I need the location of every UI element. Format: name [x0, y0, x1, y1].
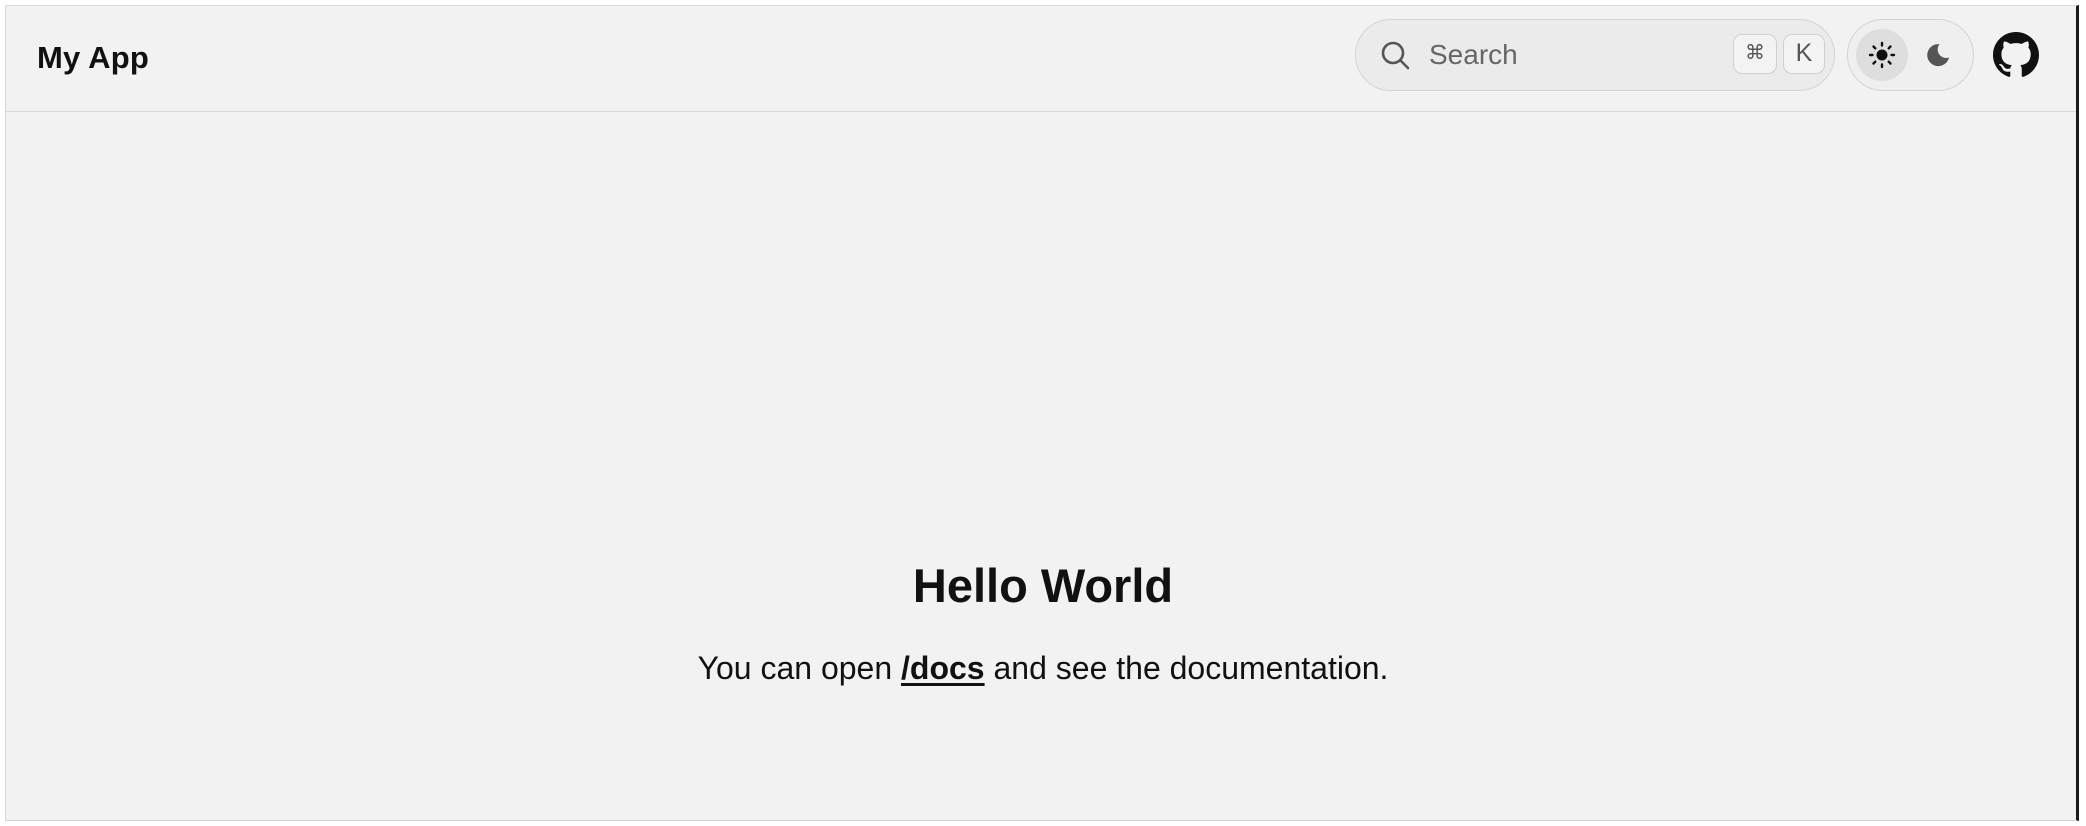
dark-theme-button[interactable] [1912, 29, 1964, 81]
shortcut-k-key: K [1783, 34, 1825, 74]
search-button[interactable]: Search ⌘ K [1355, 19, 1835, 91]
page-heading: Hello World [912, 559, 1174, 612]
docs-link[interactable]: /docs [901, 650, 985, 686]
intro-text-before: You can open [697, 650, 902, 686]
github-icon [1993, 32, 2039, 77]
app-title[interactable]: My App [37, 40, 149, 76]
intro-text: You can open /docs and see the documenta… [6, 649, 2076, 687]
search-icon [1380, 40, 1410, 70]
moon-icon [1927, 44, 1949, 67]
shortcut-command-key: ⌘ [1733, 34, 1777, 74]
theme-toggle [1847, 19, 1974, 91]
github-link[interactable] [1993, 32, 2039, 78]
intro-text-after: and see the documentation. [984, 650, 1389, 686]
navbar: My App Search ⌘ K [6, 6, 2076, 112]
sun-icon [1868, 41, 1896, 69]
search-placeholder: Search [1429, 39, 1518, 70]
main-content: Hello World You can open /docs and see t… [6, 112, 2076, 820]
app-window: My App Search ⌘ K Hello World You can op… [5, 5, 2079, 821]
light-theme-button[interactable] [1856, 29, 1908, 81]
